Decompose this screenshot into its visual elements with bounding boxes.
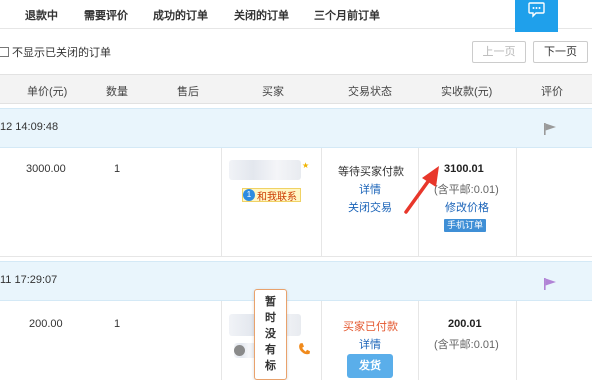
prev-page-button[interactable]: 上一页 (472, 41, 526, 63)
flag-icon[interactable] (543, 277, 557, 291)
order-header: 11 17:29:07 (0, 261, 592, 301)
column-amount-received: 实收款(元) (441, 86, 493, 98)
amount-received: 200.01 (448, 318, 482, 330)
column-after-sales: 售后 (177, 86, 199, 98)
order-status-tabs: 退款中 需要评价 成功的订单 关闭的订单 三个月前订单 (0, 0, 592, 29)
column-quantity: 数量 (106, 86, 128, 98)
ship-button[interactable]: 发货 (347, 354, 393, 378)
order-detail-link[interactable]: 详情 (359, 181, 381, 197)
order-row: 3000.00 1 ★ 1 和我联系 等待买家付款 详情 关闭交易 3100.0… (0, 148, 592, 257)
order-header: 12 14:09:48 (0, 108, 592, 148)
tooltip-char: 标 (265, 360, 276, 372)
tooltip-char: 有 (265, 344, 276, 356)
chat-button[interactable] (515, 0, 558, 32)
quantity: 1 (114, 318, 121, 330)
order-detail-link[interactable]: 详情 (359, 336, 381, 352)
red-arrow-annotation (404, 166, 439, 214)
flag-icon[interactable] (543, 122, 557, 136)
unit-price: 3000.00 (26, 163, 66, 175)
column-buyer: 买家 (262, 86, 284, 98)
hide-closed-filter: 不显示已关闭的订单 (0, 44, 111, 60)
tab-needs-review[interactable]: 需要评价 (84, 7, 128, 23)
order-created-time: 12 14:09:48 (0, 121, 59, 133)
tooltip-char: 没 (265, 328, 276, 340)
order-created-time: 11 17:29:07 (0, 274, 58, 286)
buyer-name-blurred (229, 160, 301, 180)
star-icon: ★ (302, 161, 310, 170)
hide-closed-label: 不显示已关闭的订单 (12, 47, 111, 59)
contact-me-button[interactable]: 1 和我联系 (242, 188, 301, 203)
contact-count-badge (234, 345, 245, 356)
tab-successful-orders[interactable]: 成功的订单 (153, 7, 208, 23)
unit-price: 200.00 (29, 318, 63, 330)
column-unit-price: 单价(元) (27, 86, 68, 98)
tab-orders-3-months-ago[interactable]: 三个月前订单 (314, 7, 380, 23)
column-trade-status: 交易状态 (348, 86, 392, 98)
tab-refunding[interactable]: 退款中 (25, 7, 58, 23)
column-review: 评价 (541, 86, 563, 98)
table-header: 单价(元) 数量 售后 买家 交易状态 实收款(元) 评价 (0, 74, 592, 104)
tab-closed-orders[interactable]: 关闭的订单 (234, 7, 289, 23)
next-page-button[interactable]: 下一页 (533, 41, 588, 63)
trade-status: 买家已付款 (343, 321, 398, 333)
contact-count-badge: 1 (243, 189, 255, 201)
shipping-fee-note: (含平邮:0.01) (434, 339, 499, 351)
hide-closed-checkbox[interactable] (0, 47, 9, 57)
order-row: 200.00 1 买家已付款 详情 发货 200.01 (含平邮:0.01) (0, 301, 592, 380)
close-trade-link[interactable]: 关闭交易 (348, 199, 392, 215)
phone-icon[interactable] (297, 342, 311, 356)
chat-bubble-icon (528, 2, 545, 18)
modify-price-link[interactable]: 修改价格 (445, 199, 489, 215)
trade-status: 等待买家付款 (338, 166, 404, 178)
contact-me-label: 和我联系 (257, 191, 297, 203)
amount-received: 3100.01 (444, 163, 484, 175)
quantity: 1 (114, 163, 121, 175)
mobile-order-tag: 手机订单 (444, 219, 487, 232)
tooltip-char: 暂 (265, 296, 276, 308)
no-mark-tooltip: 暂 时 没 有 标 (254, 289, 287, 380)
tooltip-char: 时 (265, 312, 276, 324)
